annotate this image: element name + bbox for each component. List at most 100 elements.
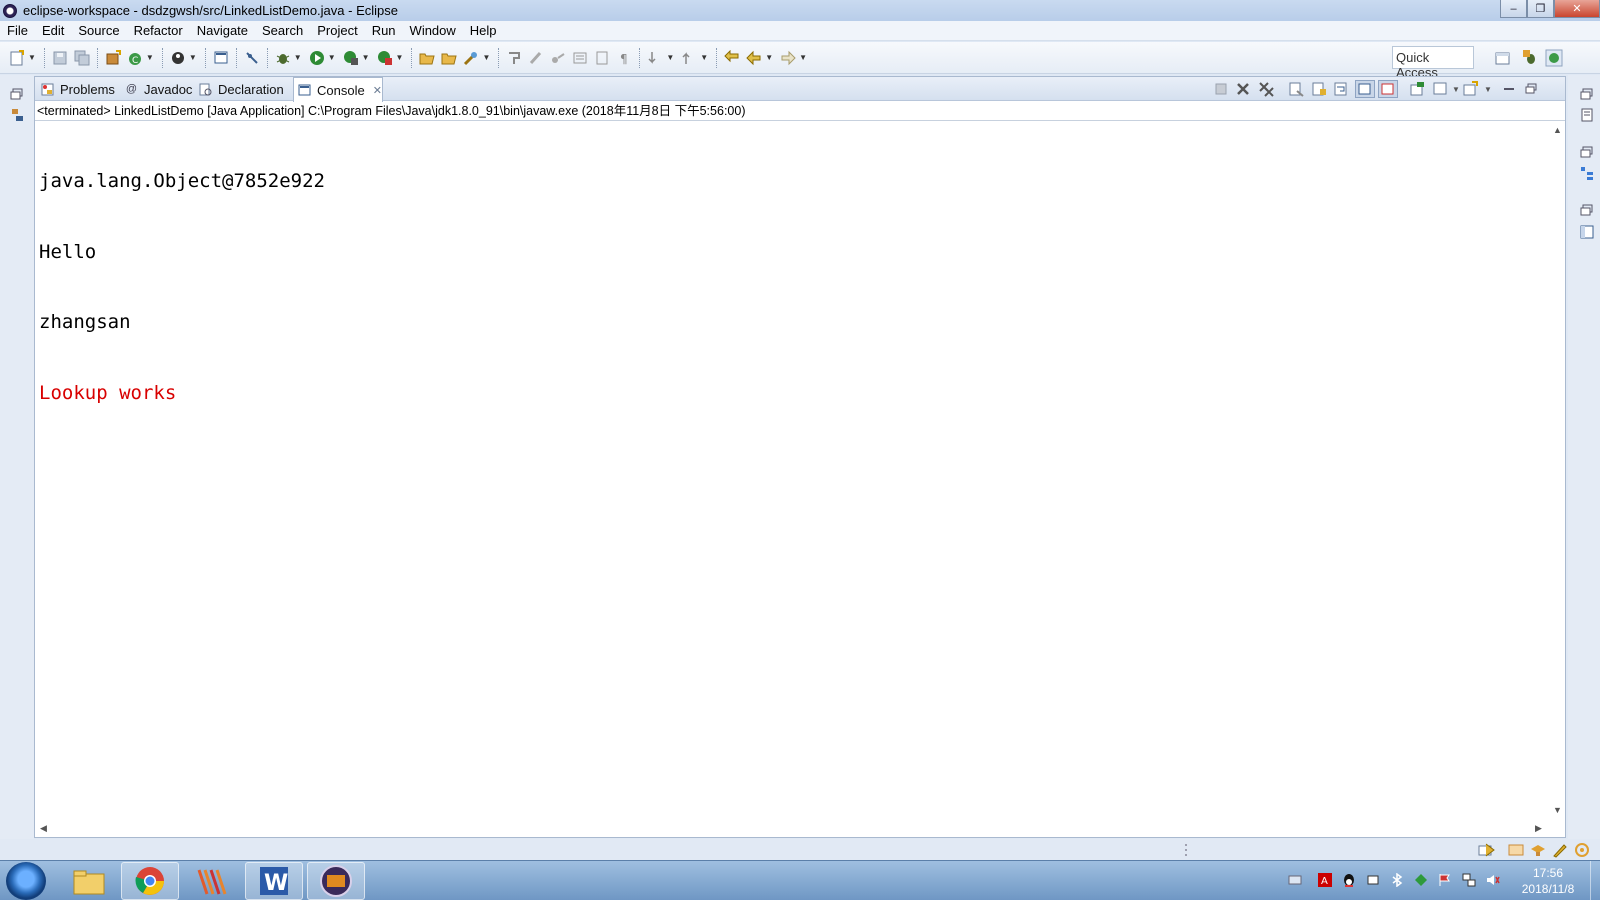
menu-project[interactable]: Project	[310, 21, 364, 41]
debug-icon[interactable]	[275, 50, 291, 66]
show-on-stderr-icon[interactable]	[1378, 80, 1398, 98]
toggle-mark-occurrences-icon[interactable]	[506, 50, 522, 66]
tutorials-icon[interactable]	[1530, 842, 1546, 858]
open-console-dropdown-icon[interactable]: ▼	[1480, 81, 1496, 97]
pencil-icon[interactable]	[1552, 842, 1568, 858]
taskbar-chrome[interactable]	[121, 862, 179, 900]
coverage-icon[interactable]	[343, 50, 359, 66]
open-task-icon[interactable]	[441, 50, 458, 66]
open-perspective-icon[interactable]	[1494, 49, 1512, 67]
taskbar-app[interactable]	[183, 862, 241, 900]
next-annotation-dropdown-icon[interactable]: ▼	[666, 53, 674, 62]
menu-file[interactable]: File	[0, 21, 35, 41]
tab-problems[interactable]: Problems	[37, 77, 119, 101]
external-tools-icon[interactable]	[377, 50, 393, 66]
open-type-dropdown-icon[interactable]: ▼	[189, 53, 197, 62]
new-java-class-icon[interactable]: C	[127, 50, 143, 66]
word-wrap-icon[interactable]	[594, 50, 610, 66]
new-class-dropdown-icon[interactable]: ▼	[146, 53, 154, 62]
heap-status-icon[interactable]	[1478, 842, 1496, 858]
minimize-view-icon[interactable]	[1501, 81, 1517, 97]
restore-icon[interactable]	[10, 87, 24, 101]
show-on-stdout-icon[interactable]	[1355, 80, 1375, 98]
usb-icon[interactable]	[1366, 873, 1380, 887]
save-icon[interactable]	[52, 50, 68, 66]
menu-help[interactable]: Help	[463, 21, 504, 41]
editor-area-icon[interactable]	[1580, 225, 1594, 239]
open-console-icon[interactable]	[1462, 81, 1478, 97]
taskbar-eclipse[interactable]	[307, 862, 365, 900]
debug-perspective-icon[interactable]	[1522, 49, 1540, 67]
tab-declaration[interactable]: Declaration	[195, 77, 291, 101]
search-dropdown-icon[interactable]: ▼	[482, 53, 490, 62]
back-dropdown-icon[interactable]: ▼	[765, 53, 773, 62]
keyboard-icon[interactable]	[1288, 873, 1302, 887]
network-icon[interactable]	[1462, 873, 1476, 887]
tab-javadoc[interactable]: @ Javadoc	[121, 77, 193, 101]
debug-dropdown-icon[interactable]: ▼	[294, 53, 302, 62]
remove-launch-icon[interactable]	[1235, 81, 1251, 97]
menu-search[interactable]: Search	[255, 21, 310, 41]
toggle-highlight-icon[interactable]	[528, 50, 544, 66]
coverage-dropdown-icon[interactable]: ▼	[362, 53, 370, 62]
bluetooth-icon[interactable]	[1390, 873, 1404, 887]
menu-navigate[interactable]: Navigate	[190, 21, 255, 41]
clear-console-icon[interactable]	[1288, 81, 1304, 97]
close-tab-icon[interactable]: ✕	[373, 84, 382, 97]
terminate-icon[interactable]	[1213, 81, 1229, 97]
previous-annotation-icon[interactable]	[681, 50, 697, 66]
java-perspective-icon[interactable]	[1545, 49, 1563, 67]
last-edit-location-icon[interactable]	[724, 49, 740, 66]
qq-icon[interactable]	[1342, 873, 1356, 887]
back-icon[interactable]	[746, 50, 762, 66]
maximize-view-icon[interactable]	[1523, 81, 1539, 97]
new-dropdown-icon[interactable]: ▼	[28, 53, 36, 62]
restore-icon[interactable]	[1580, 87, 1594, 101]
horizontal-scrollbar[interactable]: ◀ ▶	[35, 821, 1550, 837]
next-annotation-icon[interactable]	[647, 50, 663, 66]
skip-breakpoints-icon[interactable]	[244, 50, 260, 66]
run-icon[interactable]	[309, 50, 325, 66]
close-button[interactable]: ✕	[1554, 0, 1600, 18]
quick-access-input[interactable]: Quick Access	[1392, 46, 1474, 80]
restore-icon[interactable]	[1580, 145, 1594, 159]
start-button[interactable]	[6, 862, 46, 900]
menu-source[interactable]: Source	[71, 21, 126, 41]
word-wrap-icon[interactable]	[1333, 81, 1349, 97]
taskbar-explorer[interactable]	[60, 862, 118, 900]
block-selection-icon[interactable]	[572, 50, 588, 66]
open-folder-icon[interactable]	[419, 50, 436, 66]
maximize-button[interactable]: ❐	[1527, 0, 1554, 18]
show-whitespace-icon[interactable]: ¶	[616, 50, 632, 66]
tab-console[interactable]: Console ✕	[293, 77, 383, 102]
package-explorer-icon[interactable]	[10, 108, 24, 122]
menu-edit[interactable]: Edit	[35, 21, 71, 41]
scroll-up-icon[interactable]: ▲	[1553, 125, 1562, 135]
save-all-icon[interactable]	[74, 50, 90, 66]
welcome-icon[interactable]	[1508, 842, 1524, 858]
volume-icon[interactable]	[1486, 873, 1500, 887]
new-java-package-icon[interactable]	[105, 49, 121, 66]
marketplace-icon[interactable]	[1574, 842, 1590, 858]
console-output[interactable]: java.lang.Object@7852e922 Hello zhangsan…	[39, 123, 325, 452]
remove-all-terminated-icon[interactable]	[1258, 81, 1274, 97]
previous-annotation-dropdown-icon[interactable]: ▼	[700, 53, 708, 62]
search-icon[interactable]	[463, 50, 479, 66]
menu-window[interactable]: Window	[403, 21, 463, 41]
toggle-breadcrumb-icon[interactable]	[550, 50, 566, 66]
task-list-icon[interactable]	[1580, 108, 1594, 122]
minimize-button[interactable]: –	[1500, 0, 1527, 18]
pin-console-icon[interactable]	[1409, 81, 1425, 97]
run-dropdown-icon[interactable]: ▼	[328, 53, 336, 62]
outline-icon[interactable]	[1580, 166, 1594, 180]
scroll-down-icon[interactable]: ▼	[1553, 805, 1562, 815]
security-icon[interactable]	[1414, 873, 1428, 887]
taskbar-word[interactable]: W	[245, 862, 303, 900]
adobe-icon[interactable]: A	[1318, 873, 1332, 887]
menu-run[interactable]: Run	[365, 21, 403, 41]
display-selected-console-icon[interactable]	[1432, 81, 1448, 97]
scroll-left-icon[interactable]: ◀	[40, 823, 47, 834]
new-icon[interactable]	[9, 49, 25, 66]
restore-icon[interactable]	[1580, 203, 1594, 217]
open-console-icon[interactable]	[213, 50, 229, 66]
